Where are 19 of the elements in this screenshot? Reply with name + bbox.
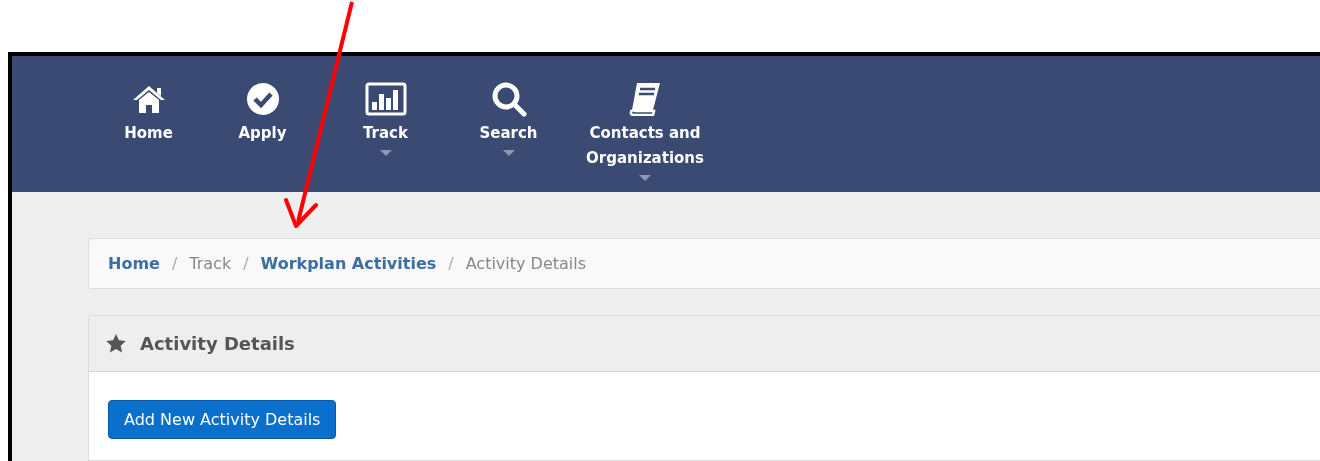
nav-item[interactable]: Search [447, 80, 570, 156]
nav-item[interactable]: Home [96, 80, 201, 146]
breadcrumb-link[interactable]: Workplan Activities [260, 251, 437, 276]
panel-title: Activity Details [140, 332, 295, 356]
checkmark-circle-icon [245, 82, 280, 116]
add-activity-button[interactable]: Add New Activity Details [108, 400, 337, 439]
breadcrumb-separator: / [170, 252, 179, 275]
nav-item[interactable]: Apply [201, 80, 324, 146]
breadcrumb-text: Track [189, 252, 232, 275]
breadcrumb-link[interactable]: Home [108, 251, 160, 276]
bar-chart-icon [364, 82, 407, 116]
breadcrumb-separator: / [242, 252, 250, 275]
book-icon [627, 82, 663, 116]
star-icon [106, 334, 126, 353]
nav-item[interactable]: Contacts and Organizations [570, 80, 720, 181]
breadcrumb-separator: / [447, 252, 455, 275]
search-icon [490, 81, 527, 117]
nav-item[interactable]: Track [324, 80, 447, 156]
breadcrumb-text: Activity Details [465, 252, 587, 275]
